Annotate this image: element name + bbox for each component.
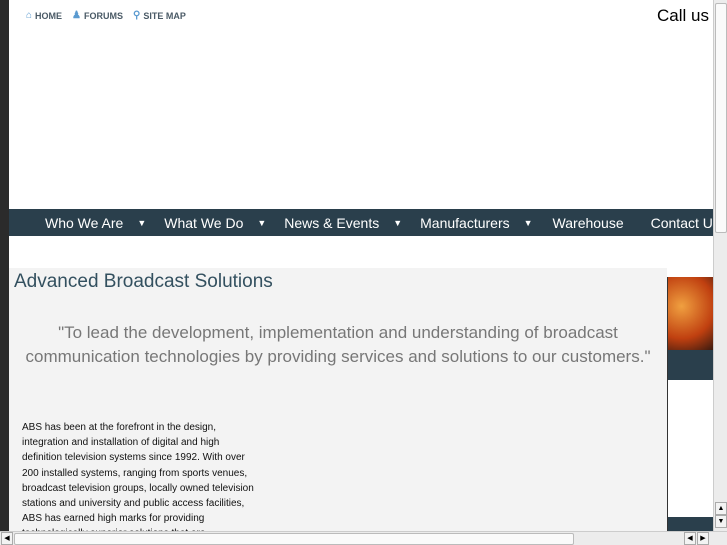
scroll-up-icon[interactable]: ▲: [715, 502, 727, 515]
main-nav: Who We Are ▼ What We Do ▼ News & Events ▼ M…: [9, 209, 713, 236]
call-us: Call us: [657, 6, 709, 25]
scroll-down-icon[interactable]: ▼: [715, 515, 727, 528]
hscroll-thumb[interactable]: [14, 533, 574, 545]
horizontal-scrollbar[interactable]: ◀ ◀ ▶: [0, 531, 727, 545]
sidebar: [667, 277, 713, 531]
search-icon: ⚲: [133, 10, 141, 21]
top-links: ⌂ HOME ♟ FORUMS ⚲ SITE MAP: [26, 10, 186, 21]
nav-label: Manufacturers: [420, 214, 510, 231]
main-content: Advanced Broadcast Solutions "To lead th…: [9, 268, 667, 531]
scroll-left-icon-2[interactable]: ◀: [684, 532, 696, 545]
nav-news-events[interactable]: News & Events ▼: [284, 215, 402, 231]
caret-down-icon: ▼: [257, 217, 267, 228]
sidebar-bar-bottom: [668, 517, 713, 531]
sitemap-link[interactable]: ⚲ SITE MAP: [133, 10, 186, 21]
mission-quote: "To lead the development, implementation…: [25, 323, 651, 366]
vertical-scrollbar[interactable]: ▲ ▼: [713, 0, 727, 531]
nav-what-we-do[interactable]: What We Do ▼: [164, 215, 266, 231]
nav-label: What We Do: [164, 214, 244, 231]
page-title: Advanced Broadcast Solutions: [14, 271, 273, 292]
caret-down-icon: ▼: [523, 217, 533, 228]
caret-down-icon: ▼: [393, 217, 403, 228]
sitemap-label: SITE MAP: [143, 10, 186, 21]
forums-label: FORUMS: [84, 10, 124, 21]
nav-label: Warehouse: [552, 214, 624, 231]
caret-down-icon: ▼: [137, 217, 147, 228]
scroll-right-icon[interactable]: ▶: [697, 532, 709, 545]
forums-link[interactable]: ♟ FORUMS: [72, 10, 123, 21]
home-link[interactable]: ⌂ HOME: [26, 10, 62, 21]
nav-label: News & Events: [284, 214, 380, 231]
logo-image: [668, 277, 713, 350]
users-icon: ♟: [72, 10, 82, 21]
header: ⌂ HOME ♟ FORUMS ⚲ SITE MAP Call us: [9, 0, 713, 209]
left-border: [0, 0, 9, 531]
home-icon: ⌂: [26, 10, 33, 21]
nav-contact-us[interactable]: Contact Us: [651, 215, 713, 231]
home-label: HOME: [35, 10, 63, 21]
intro-text: ABS has been at the forefront in the des…: [22, 422, 254, 531]
scroll-left-icon[interactable]: ◀: [1, 532, 13, 545]
sidebar-bar: [668, 350, 713, 380]
nav-who-we-are[interactable]: Who We Are ▼: [45, 215, 146, 231]
nav-label: Contact Us: [650, 214, 713, 231]
nav-manufacturers[interactable]: Manufacturers ▼: [420, 215, 532, 231]
scroll-thumb[interactable]: [715, 3, 727, 233]
nav-label: Who We Are: [45, 214, 124, 231]
nav-warehouse[interactable]: Warehouse: [553, 215, 624, 231]
